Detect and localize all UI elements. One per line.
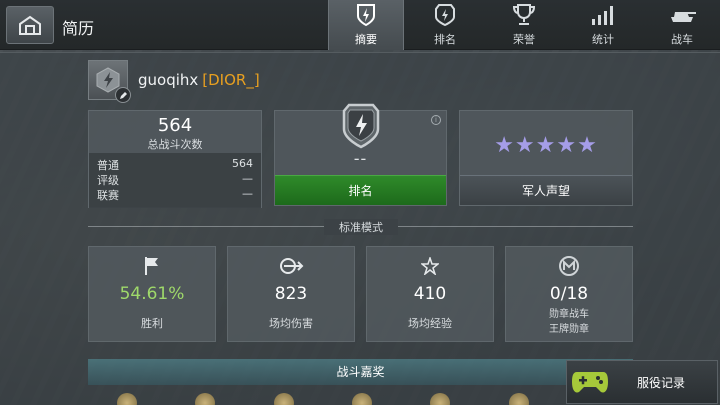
player-profile: guoqihx [DIOR_] — [88, 58, 260, 103]
battle-type-label: 普通 — [97, 159, 119, 172]
battle-type-list: 普通 564 评级 — 联赛 — — [89, 153, 261, 208]
battle-type-label: 联赛 — [97, 189, 119, 202]
info-icon[interactable]: i — [431, 115, 441, 125]
top-bar: 简历 摘要 排名 荣誉 统计 战车 — [0, 0, 720, 50]
rank-value: -- — [353, 149, 368, 168]
rank-badge-icon — [342, 103, 380, 149]
damage-icon — [280, 258, 304, 274]
medal-icon[interactable] — [117, 393, 138, 405]
list-item: 联赛 — — [97, 187, 253, 202]
tab-rank[interactable]: 排名 — [407, 0, 483, 50]
tab-bar: 摘要 排名 荣誉 统计 战车 — [325, 0, 720, 50]
reputation-stars: ★★★★★ — [494, 133, 598, 158]
avg-damage-label: 场均伤害 — [269, 317, 313, 330]
tab-summary[interactable]: 摘要 — [328, 0, 404, 50]
mastery-label-line1: 勋章战车 — [549, 309, 589, 320]
tab-summary-label: 摘要 — [355, 33, 377, 46]
avg-xp-value: 410 — [413, 284, 447, 304]
service-record-button[interactable]: 服役记录 — [566, 360, 718, 404]
flag-icon — [145, 257, 158, 275]
battle-type-value: 564 — [232, 157, 253, 170]
page-title: 简历 — [62, 19, 95, 38]
rank-shield-icon — [435, 4, 455, 27]
list-item: 普通 564 — [97, 157, 253, 172]
tab-honors-label: 荣誉 — [513, 33, 535, 46]
mastery-label-line2: 王牌勋章 — [549, 324, 589, 335]
tab-honors[interactable]: 荣誉 — [486, 0, 562, 50]
mastery-value: 0/18 — [549, 284, 589, 304]
medal-icon[interactable] — [352, 393, 373, 405]
battle-type-value: — — [242, 172, 253, 185]
tank-icon — [671, 12, 696, 22]
tab-vehicles-label: 战车 — [671, 33, 693, 46]
hangar-icon — [19, 15, 41, 35]
gamepad-icon — [572, 372, 608, 393]
winrate-label: 胜利 — [141, 317, 163, 330]
mastery-label: 勋章战车 王牌勋章 — [506, 307, 632, 337]
medal-row — [88, 393, 558, 405]
winrate-value: 54.61% — [119, 284, 185, 304]
trophy-icon — [512, 4, 536, 25]
avatar[interactable] — [88, 60, 131, 103]
medal-icon[interactable] — [273, 393, 294, 405]
clan-tag[interactable]: [DIOR_] — [202, 71, 259, 89]
medal-icon[interactable] — [508, 393, 529, 405]
service-record-label: 服役记录 — [637, 375, 686, 390]
edit-pencil-icon[interactable] — [115, 87, 131, 103]
reputation-card: ★★★★★ 军人声望 — [459, 110, 633, 206]
shield-emblem-icon — [357, 4, 375, 27]
stat-card-avg-damage: 823 场均伤害 — [227, 246, 355, 342]
total-battles-label: 总战斗次数 — [147, 138, 203, 151]
tab-rank-label: 排名 — [434, 33, 456, 46]
bar-stats-icon — [592, 6, 613, 25]
rank-card: i -- 排名 — [274, 103, 447, 206]
avg-xp-label: 场均经验 — [408, 317, 452, 330]
battle-awards-header[interactable]: 战斗嘉奖 — [88, 359, 633, 385]
home-button[interactable] — [6, 6, 54, 44]
total-battles-value: 564 — [157, 115, 193, 136]
star-icon — [421, 257, 439, 275]
battles-card: 564 总战斗次数 普通 564 评级 — 联赛 — — [88, 110, 262, 208]
rank-button[interactable]: 排名 — [275, 175, 446, 205]
stat-card-avg-xp: 410 场均经验 — [366, 246, 494, 342]
mode-label: 标准模式 — [324, 219, 398, 235]
tab-statistics-label: 统计 — [592, 33, 614, 46]
medal-icon[interactable] — [430, 393, 451, 405]
list-item: 评级 — — [97, 172, 253, 187]
tab-statistics[interactable]: 统计 — [565, 0, 641, 50]
tab-vehicles[interactable]: 战车 — [644, 0, 720, 50]
reputation-button[interactable]: 军人声望 — [460, 175, 632, 205]
mastery-badge-icon — [559, 256, 579, 276]
battle-type-label: 评级 — [97, 174, 119, 187]
stat-card-mastery: 0/18 勋章战车 王牌勋章 — [505, 246, 633, 342]
medal-icon[interactable] — [195, 393, 216, 405]
battle-type-value: — — [242, 187, 253, 200]
stat-card-winrate: 54.61% 胜利 — [88, 246, 216, 342]
avg-damage-value: 823 — [274, 284, 308, 304]
username: guoqihx — [138, 71, 199, 89]
